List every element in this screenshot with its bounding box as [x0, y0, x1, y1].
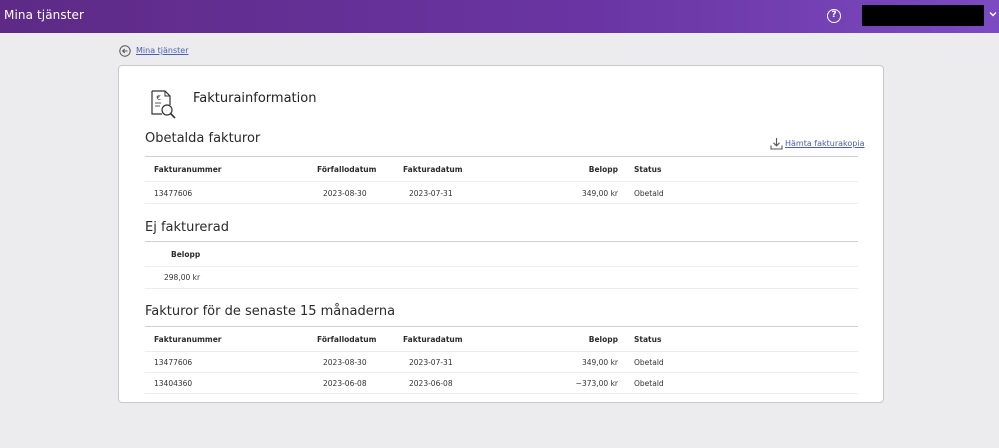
amount: 349,00 kr [581, 358, 618, 367]
back-arrow-icon [119, 44, 131, 57]
column-header-status: Status [634, 165, 662, 174]
column-header-amount: Belopp [171, 250, 201, 259]
due-date: 2023-08-30 [323, 189, 367, 198]
row-divider [145, 203, 858, 204]
not-invoiced-section-title: Ej fakturerad [145, 220, 229, 235]
status: Obetald [634, 379, 664, 388]
column-header-invoice-number: Fakturanummer [154, 335, 222, 344]
divider [145, 241, 858, 242]
page-title: Fakturainformation [193, 91, 317, 106]
amount: 349,00 kr [581, 189, 618, 198]
column-header-invoice-date: Fakturadatum [403, 335, 463, 344]
invoice-date: 2023-07-31 [409, 358, 453, 367]
column-header-due-date: Förfallodatum [317, 165, 377, 174]
row-divider [145, 393, 858, 394]
user-menu-button[interactable] [862, 5, 984, 26]
row-divider [145, 288, 858, 289]
invoice-number: 13477606 [154, 358, 193, 367]
invoice-number: 13477606 [154, 189, 193, 198]
app-title[interactable]: Mina tjänster [4, 8, 84, 22]
row-divider [145, 372, 858, 373]
invoice-number: 13404360 [154, 379, 193, 388]
download-icon [770, 138, 783, 150]
status: Obetald [634, 358, 664, 367]
status: Obetald [634, 189, 664, 198]
column-header-invoice-number: Fakturanummer [154, 165, 222, 174]
column-header-amount: Belopp [588, 335, 618, 344]
invoice-date: 2023-07-31 [409, 189, 453, 198]
due-date: 2023-08-30 [323, 358, 367, 367]
svg-text:€: € [157, 94, 161, 102]
row-divider [145, 266, 858, 267]
top-bar: Mina tjänster ? [0, 0, 999, 33]
amount: −373,00 kr [575, 379, 618, 388]
divider [145, 156, 858, 157]
column-header-invoice-date: Fakturadatum [403, 165, 463, 174]
row-divider [145, 181, 858, 182]
invoice-card: € Fakturainformation Obetalda fakturor H… [118, 65, 884, 403]
recent-invoices-section-title: Fakturor för de senaste 15 månaderna [145, 304, 396, 319]
download-invoice-copy-link[interactable]: Hämta fakturakopia [770, 137, 865, 150]
row-divider [145, 351, 858, 352]
column-header-amount: Belopp [588, 165, 618, 174]
unpaid-section-title: Obetalda fakturor [145, 131, 261, 146]
breadcrumb-link[interactable]: Mina tjänster [136, 46, 189, 55]
not-invoiced-amount: 298,00 kr [164, 273, 201, 282]
chevron-down-icon[interactable] [989, 10, 997, 18]
breadcrumb[interactable]: Mina tjänster [119, 44, 189, 57]
column-header-due-date: Förfallodatum [317, 335, 377, 344]
invoice-date: 2023-06-08 [409, 379, 453, 388]
invoice-search-icon: € [151, 90, 176, 119]
download-label[interactable]: Hämta fakturakopia [785, 139, 865, 148]
help-icon[interactable]: ? [827, 9, 841, 23]
column-header-status: Status [634, 335, 662, 344]
due-date: 2023-06-08 [323, 379, 367, 388]
divider [145, 326, 858, 327]
